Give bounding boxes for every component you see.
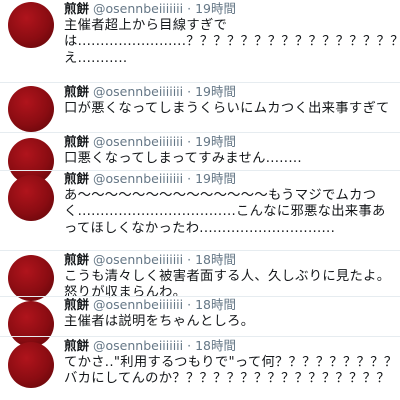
separator-dot: · [187,297,192,312]
tweet[interactable]: 煎餅 @osennbeiiiiiii · 19時間 主催者超上から目線すぎでは.… [0,0,400,84]
tweet-header: 煎餅 @osennbeiiiiiii · 19時間 [64,1,398,17]
tweet-header: 煎餅 @osennbeiiiiiii · 18時間 [64,297,398,313]
avatar[interactable] [8,2,54,48]
tweet-text: 主催者超上から目線すぎでは........................？？？… [64,18,400,66]
divider [0,82,400,83]
tweet[interactable]: 煎餅 @osennbeiiiiiii · 19時間 口が悪くなってしまうくらいに… [0,84,400,136]
display-name[interactable]: 煎餅 [64,338,89,353]
tweet-text: 主催者は説明をちゃんとしろ。 [64,314,255,329]
display-name[interactable]: 煎餅 [64,84,89,99]
user-handle[interactable]: @osennbeiiiiiii [93,1,183,16]
timestamp[interactable]: 19時間 [195,1,236,16]
user-handle[interactable]: @osennbeiiiiiii [93,171,183,186]
tweet-text: 口悪くなってしまってすみません........ [64,151,302,166]
display-name[interactable]: 煎餅 [64,297,89,312]
display-name[interactable]: 煎餅 [64,1,89,16]
user-handle[interactable]: @osennbeiiiiiii [93,297,183,312]
avatar[interactable] [8,342,54,388]
display-name[interactable]: 煎餅 [64,171,89,186]
avatar[interactable] [8,175,54,221]
tweet-header: 煎餅 @osennbeiiiiiii · 19時間 [64,171,398,187]
divider [0,132,400,133]
tweet-header: 煎餅 @osennbeiiiiiii · 18時間 [64,252,398,268]
tweet-header: 煎餅 @osennbeiiiiiii · 18時間 [64,338,398,354]
timestamp[interactable]: 18時間 [195,252,236,267]
tweet[interactable]: 煎餅 @osennbeiiiiiii · 18時間 主催者は説明をちゃんとしろ。 [0,297,400,347]
divider [0,336,400,337]
tweet[interactable]: 煎餅 @osennbeiiiiiii · 18時間 てかさ.."利用するつもりで… [0,338,400,400]
tweet[interactable]: 煎餅 @osennbeiiiiiii · 18時間 こうも清々しく被害者面する人… [0,251,400,301]
tweet-timeline: 煎餅 @osennbeiiiiiii · 19時間 主催者超上から目線すぎでは.… [0,0,400,400]
tweet-text: 口が悪くなってしまうくらいにムカつく出来事すぎて [64,101,390,116]
tweet-text: あ～～～～～～～～～～～～～～もうマジでムカつく................… [64,188,386,236]
timestamp[interactable]: 18時間 [195,338,236,353]
separator-dot: · [187,134,192,149]
separator-dot: · [187,84,192,99]
separator-dot: · [187,171,192,186]
timestamp[interactable]: 19時間 [195,171,236,186]
timestamp[interactable]: 19時間 [195,134,236,149]
timestamp[interactable]: 19時間 [195,84,236,99]
display-name[interactable]: 煎餅 [64,134,89,149]
avatar[interactable] [8,86,54,132]
separator-dot: · [187,1,192,16]
user-handle[interactable]: @osennbeiiiiiii [93,134,183,149]
separator-dot: · [187,338,192,353]
tweet-header: 煎餅 @osennbeiiiiiii · 19時間 [64,84,398,100]
tweet-header: 煎餅 @osennbeiiiiiii · 19時間 [64,134,398,150]
user-handle[interactable]: @osennbeiiiiiii [93,338,183,353]
separator-dot: · [187,252,192,267]
display-name[interactable]: 煎餅 [64,252,89,267]
user-handle[interactable]: @osennbeiiiiiii [93,84,183,99]
timestamp[interactable]: 18時間 [195,297,236,312]
tweet[interactable]: 煎餅 @osennbeiiiiiii · 19時間 口悪くなってしまってすみませ… [0,134,400,184]
user-handle[interactable]: @osennbeiiiiiii [93,252,183,267]
avatar[interactable] [8,255,54,301]
tweet[interactable]: 煎餅 @osennbeiiiiiii · 19時間 あ～～～～～～～～～～～～～… [0,171,400,251]
tweet-text: てかさ.."利用するつもりで"って何？？？？？？？？？バカにしてんのか？？？？？… [64,355,398,387]
